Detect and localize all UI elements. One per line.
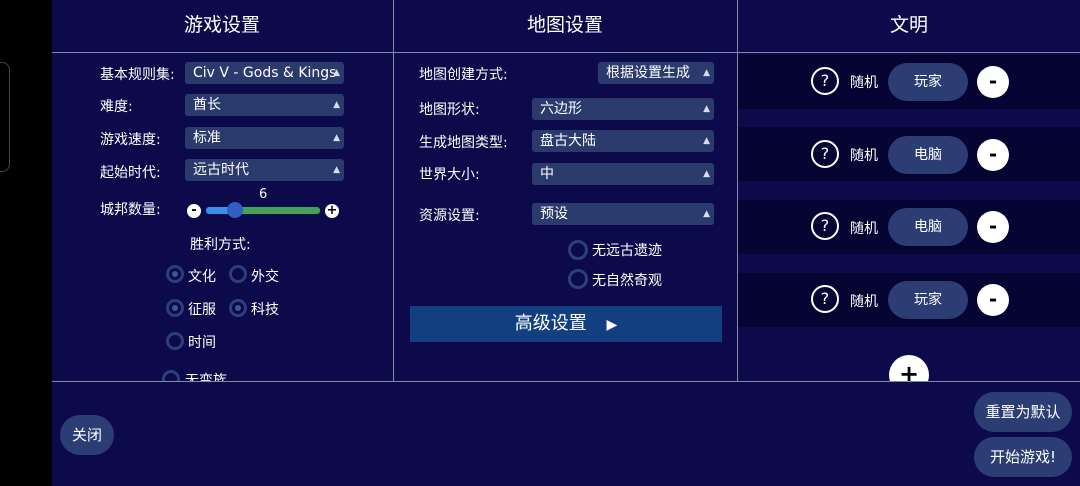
slider-thumb[interactable] [227,202,243,218]
dropdown-arrow-icon: ▲ [703,169,710,179]
close-button[interactable]: 关闭 [60,415,114,455]
world-size-dropdown[interactable]: 中 ▲ [532,163,714,185]
play-arrow-icon: ▶ [606,317,618,333]
map-shape-label: 地图形状: [419,102,480,118]
civ-role-button-3[interactable]: 电脑 [888,208,968,246]
no-wonders-label: 无自然奇观 [592,273,662,289]
ruleset-label: 基本规则集: [100,67,175,83]
civ-random-label: 随机 [850,294,878,310]
left-black-bar [0,0,52,486]
era-value: 远古时代 [193,162,249,178]
dropdown-arrow-icon: ▲ [333,133,340,143]
map-creation-value: 根据设置生成 [606,65,690,81]
map-type-value: 盘古大陆 [540,133,596,149]
speed-label: 游戏速度: [100,132,161,148]
victory-culture-checkbox[interactable] [166,265,184,283]
remove-civ-button-4[interactable]: - [977,284,1009,316]
civ-random-label: 随机 [850,75,878,91]
victory-diplomacy-checkbox[interactable] [229,265,247,283]
resource-dropdown[interactable]: 预设 ▲ [532,203,714,225]
add-civ-button[interactable]: + [889,355,929,381]
map-creation-dropdown[interactable]: 根据设置生成 ▲ [598,62,714,84]
cut-option-label: 无变族 [185,373,227,381]
speed-dropdown[interactable]: 标准 ▲ [185,127,344,149]
civ-role-button-1[interactable]: 玩家 [888,63,968,101]
world-size-value: 中 [540,166,554,182]
no-wonders-checkbox[interactable] [568,269,588,289]
era-dropdown[interactable]: 远古时代 ▲ [185,159,344,181]
civ-panel: ? 随机 玩家 - ? 随机 电脑 - ? 随机 电脑 - ? 随机 玩家 - … [738,53,1080,381]
citystates-value: 6 [259,187,268,202]
victory-time-label: 时间 [188,335,216,351]
citystates-decrease-button[interactable]: - [187,204,201,218]
victory-culture-label: 文化 [188,269,216,285]
screen-notch [0,62,10,172]
no-ruins-checkbox[interactable] [568,240,588,260]
footer-divider [52,381,1080,382]
map-type-dropdown[interactable]: 盘古大陆 ▲ [532,130,714,152]
advanced-settings-label: 高级设置 [514,313,587,334]
victory-time-checkbox[interactable] [166,332,184,350]
world-size-label: 世界大小: [419,167,480,183]
civ-random-label: 随机 [850,148,878,164]
remove-civ-button-2[interactable]: - [977,139,1009,171]
citystates-increase-button[interactable]: + [325,204,339,218]
dropdown-arrow-icon: ▲ [703,104,710,114]
dropdown-arrow-icon: ▲ [333,68,340,78]
difficulty-dropdown[interactable]: 酋长 ▲ [185,94,344,116]
resource-value: 预设 [540,206,568,222]
game-settings-panel: 基本规则集: Civ V - Gods & Kings ▲ 难度: 酋长 ▲ 游戏速… [52,53,393,381]
citystates-label: 城邦数量: [100,202,161,218]
start-game-button[interactable]: 开始游戏! [974,437,1072,477]
ruleset-dropdown[interactable]: Civ V - Gods & Kings ▲ [185,62,344,84]
dropdown-arrow-icon: ▲ [703,68,710,78]
citystates-slider[interactable] [206,202,320,218]
civ-random-label: 随机 [850,221,878,237]
ruleset-value: Civ V - Gods & Kings [193,65,337,81]
game-settings-title: 游戏设置 [183,14,260,36]
victory-science-checkbox[interactable] [229,299,247,317]
difficulty-value: 酋长 [193,97,221,113]
reset-defaults-button[interactable]: 重置为默认 [974,392,1072,432]
map-type-label: 生成地图类型: [419,135,508,151]
remove-civ-button-1[interactable]: - [977,66,1009,98]
civ-title: 文明 [889,14,928,36]
dropdown-arrow-icon: ▲ [703,136,710,146]
civ-help-icon[interactable]: ? [811,67,839,95]
new-game-screen: 游戏设置 地图设置 文明 基本规则集: Civ V - Gods & Kings… [52,0,1080,486]
difficulty-label: 难度: [100,99,133,115]
map-creation-label: 地图创建方式: [419,67,508,83]
civ-role-button-4[interactable]: 玩家 [888,281,968,319]
victory-science-label: 科技 [251,302,279,318]
victory-domination-label: 征服 [188,302,216,318]
civ-help-icon[interactable]: ? [811,285,839,313]
remove-civ-button-3[interactable]: - [977,211,1009,243]
map-shape-dropdown[interactable]: 六边形 ▲ [532,98,714,120]
speed-value: 标准 [193,130,221,146]
victory-label: 胜利方式: [190,237,251,253]
civ-role-button-2[interactable]: 电脑 [888,136,968,174]
era-label: 起始时代: [100,165,161,181]
dropdown-arrow-icon: ▲ [703,209,710,219]
dropdown-arrow-icon: ▲ [333,100,340,110]
slider-track-empty [235,207,320,214]
map-shape-value: 六边形 [540,101,582,117]
victory-domination-checkbox[interactable] [166,299,184,317]
dropdown-arrow-icon: ▲ [333,165,340,175]
advanced-settings-button[interactable]: 高级设置 ▶ [410,306,722,342]
civ-help-icon[interactable]: ? [811,140,839,168]
map-settings-title: 地图设置 [526,14,603,36]
no-ruins-label: 无远古遗迹 [592,243,662,259]
civ-help-icon[interactable]: ? [811,212,839,240]
resource-label: 资源设置: [419,208,480,224]
victory-diplomacy-label: 外交 [251,269,279,285]
cut-option-checkbox[interactable] [162,370,180,381]
